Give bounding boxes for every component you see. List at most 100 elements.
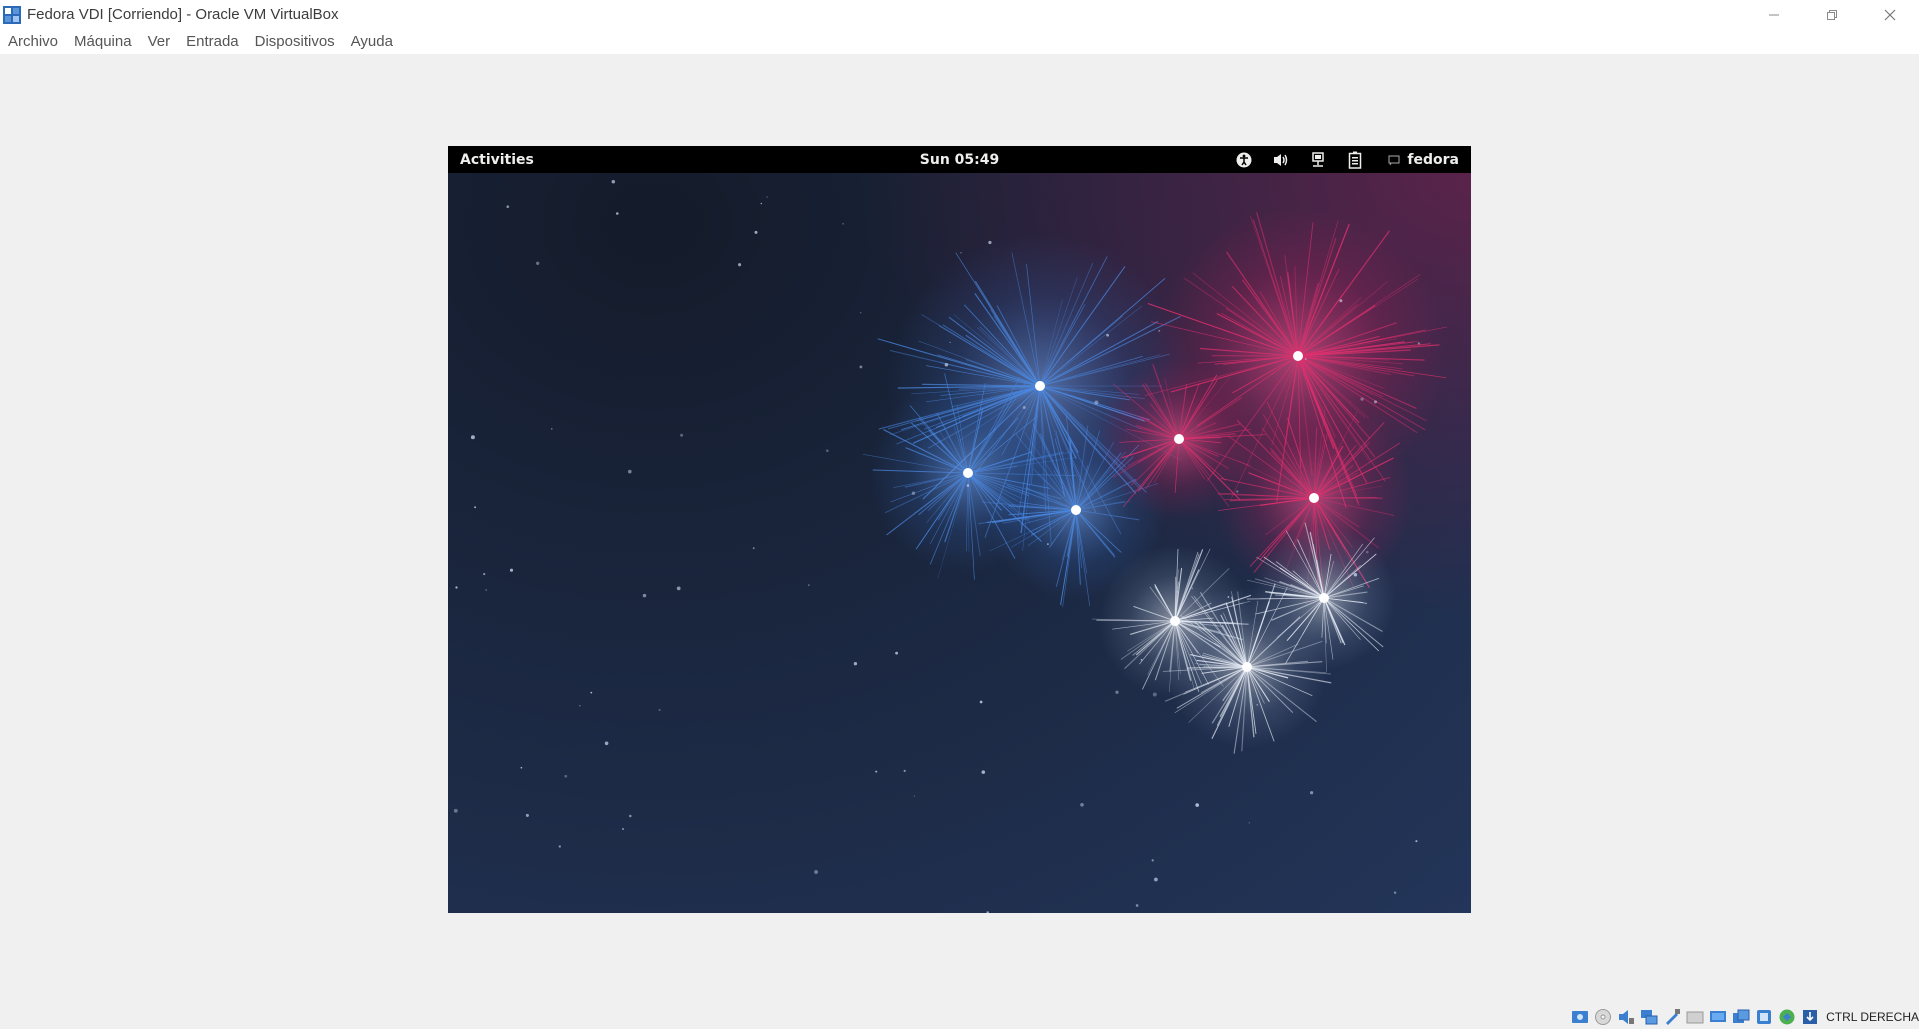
keyboard-capture-icon[interactable] xyxy=(1801,1008,1819,1026)
star xyxy=(1154,877,1158,882)
minimize-button[interactable] xyxy=(1745,0,1803,29)
star xyxy=(676,586,681,591)
star xyxy=(558,845,561,848)
firework-core xyxy=(1035,381,1045,391)
star xyxy=(627,469,632,474)
star xyxy=(875,770,878,773)
star xyxy=(551,428,553,430)
star xyxy=(536,261,540,265)
star xyxy=(483,573,486,576)
user-status-icon[interactable] xyxy=(1387,150,1401,170)
firework-core xyxy=(1071,505,1081,515)
star xyxy=(1227,596,1230,598)
star xyxy=(752,547,755,550)
star xyxy=(453,808,458,813)
system-tray: fedora xyxy=(1217,150,1459,170)
star xyxy=(842,223,844,225)
star xyxy=(455,586,458,589)
firework-core xyxy=(963,468,973,478)
close-button[interactable] xyxy=(1861,0,1919,29)
optical-drive-icon[interactable] xyxy=(1594,1008,1612,1026)
virtualbox-icon xyxy=(2,5,22,25)
star xyxy=(949,341,951,344)
shared-folders-icon[interactable] xyxy=(1686,1008,1704,1026)
star xyxy=(1080,802,1084,807)
window-title: Fedora VDI [Corriendo] - Oracle VM Virtu… xyxy=(27,6,339,23)
star xyxy=(1158,329,1161,332)
network-icon[interactable] xyxy=(1308,150,1328,170)
star xyxy=(903,769,906,773)
star xyxy=(658,708,661,712)
video-capture-icon[interactable] xyxy=(1732,1008,1750,1026)
star xyxy=(474,506,477,509)
usb-icon[interactable] xyxy=(1663,1008,1681,1026)
star xyxy=(680,433,684,437)
window-controls xyxy=(1745,0,1919,29)
star xyxy=(1415,840,1418,843)
star xyxy=(642,593,647,598)
star xyxy=(944,363,949,367)
star xyxy=(1236,490,1239,493)
star xyxy=(1152,692,1157,697)
title-bar[interactable]: Fedora VDI [Corriendo] - Oracle VM Virtu… xyxy=(0,0,1919,29)
fireworks-wallpaper xyxy=(448,173,1471,913)
menu-ver[interactable]: Ver xyxy=(140,29,179,54)
star xyxy=(895,651,899,655)
user-menu[interactable]: fedora xyxy=(1407,152,1459,168)
star xyxy=(766,196,768,198)
menu-entrada[interactable]: Entrada xyxy=(178,29,247,54)
audio-icon[interactable] xyxy=(1617,1008,1635,1026)
star xyxy=(1360,397,1364,401)
star xyxy=(470,435,475,440)
star xyxy=(1256,703,1259,706)
star xyxy=(564,774,568,778)
star xyxy=(859,311,862,314)
virtualbox-window: Fedora VDI [Corriendo] - Oracle VM Virtu… xyxy=(0,0,1919,1029)
star xyxy=(1248,822,1250,824)
star xyxy=(509,568,514,572)
star xyxy=(1191,587,1194,590)
star xyxy=(913,795,916,797)
menu-archivo[interactable]: Archivo xyxy=(0,29,66,54)
star xyxy=(1022,406,1026,409)
star xyxy=(814,870,819,874)
star xyxy=(760,202,763,205)
firework-core xyxy=(1319,593,1329,603)
star xyxy=(825,449,829,453)
gnome-top-bar: Activities Sun 05:49 fedora xyxy=(448,146,1471,173)
star xyxy=(590,691,593,694)
volume-icon[interactable] xyxy=(1271,150,1291,170)
restore-icon xyxy=(1827,9,1837,20)
restore-button[interactable] xyxy=(1803,0,1861,29)
menu-maquina[interactable]: Máquina xyxy=(66,29,140,54)
star xyxy=(738,263,742,267)
star xyxy=(485,589,488,591)
battery-icon[interactable] xyxy=(1345,150,1365,170)
star xyxy=(1151,859,1154,862)
star xyxy=(981,770,986,774)
menu-dispositivos[interactable]: Dispositivos xyxy=(247,29,343,54)
star xyxy=(911,491,916,495)
star xyxy=(1047,543,1049,545)
star xyxy=(966,484,970,487)
network-adapter-icon[interactable] xyxy=(1640,1008,1658,1026)
menu-ayuda[interactable]: Ayuda xyxy=(343,29,401,54)
mouse-integration-icon[interactable] xyxy=(1778,1008,1796,1026)
display-icon[interactable] xyxy=(1709,1008,1727,1026)
star xyxy=(525,813,529,817)
star xyxy=(1140,658,1143,661)
virtualization-icon[interactable] xyxy=(1755,1008,1773,1026)
firework-core xyxy=(1309,493,1319,503)
star xyxy=(629,814,632,818)
star xyxy=(808,584,810,586)
vm-display[interactable]: Activities Sun 05:49 fedora xyxy=(448,146,1471,913)
hard-disk-icon[interactable] xyxy=(1571,1008,1589,1026)
star xyxy=(859,365,863,369)
star xyxy=(604,741,609,746)
star xyxy=(1094,400,1099,405)
accessibility-icon[interactable] xyxy=(1234,150,1254,170)
star xyxy=(1339,299,1343,303)
star xyxy=(1304,358,1307,360)
star xyxy=(1115,690,1119,694)
star xyxy=(1309,791,1314,795)
